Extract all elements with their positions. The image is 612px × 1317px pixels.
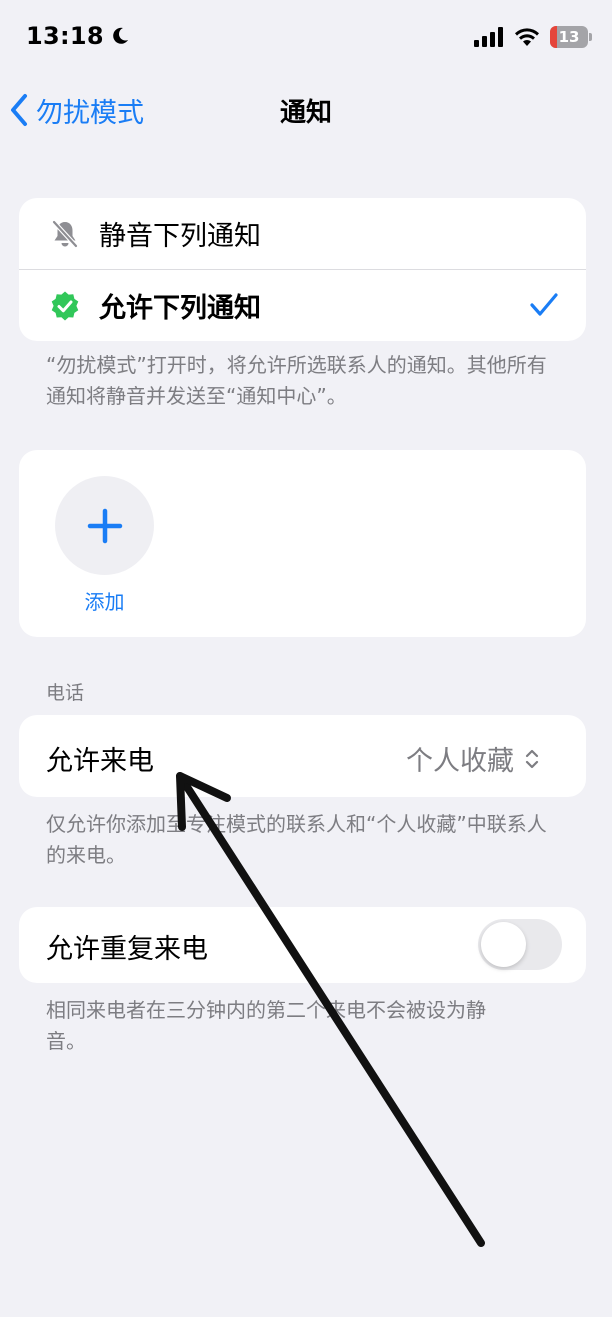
status-bar: 13:18 13 [0, 0, 612, 76]
battery-level: 13 [558, 28, 580, 46]
repeat-calls-toggle[interactable] [478, 919, 562, 970]
section-header-phone: 电话 [46, 682, 85, 704]
mode-footnote: “勿扰模式”打开时，将允许所选联系人的通知。其他所有通知将静音并发送至“通知中心… [46, 353, 547, 408]
moon-icon [113, 27, 128, 44]
option-silence-label: 静音下列通知 [99, 221, 261, 252]
repeat-calls-row: 允许重复来电 [19, 907, 586, 983]
allow-calls-row[interactable]: 允许来电 个人收藏 [19, 715, 586, 797]
repeat-calls-footnote: 相同来电者在三分钟内的第二个来电不会被设为静音。 [46, 998, 486, 1053]
allow-calls-selector[interactable]: 个人收藏 [406, 739, 540, 778]
plus-icon [87, 508, 122, 543]
verified-check-badge-icon [51, 291, 79, 321]
option-allow-label: 允许下列通知 [99, 293, 261, 324]
signal-icon [474, 27, 503, 47]
status-icons: 13 [474, 26, 592, 48]
allow-calls-footnote: 仅允许你添加至专注模式的联系人和“个人收藏”中联系人的来电。 [46, 812, 547, 867]
battery-icon: 13 [550, 26, 592, 48]
wifi-icon [515, 28, 539, 46]
bell-slash-icon [52, 220, 78, 248]
status-time: 13:18 [26, 22, 130, 50]
notification-mode-card: 静音下列通知 允许下列通知 [19, 198, 586, 341]
allowed-people-card: 添加 [19, 450, 586, 637]
page-title: 通知 [279, 98, 332, 128]
toggle-knob [481, 922, 526, 967]
repeat-calls-label: 允许重复来电 [46, 934, 208, 965]
chevron-up-down-icon [525, 749, 539, 768]
option-silence-notifications[interactable]: 静音下列通知 [19, 198, 586, 269]
add-contact-label[interactable]: 添加 [55, 586, 154, 615]
option-allow-notifications[interactable]: 允许下列通知 [19, 270, 586, 341]
allow-calls-value: 个人收藏 [406, 746, 514, 777]
checkmark-icon [530, 293, 558, 316]
add-contact-button[interactable] [55, 476, 154, 575]
status-time-label: 13:18 [26, 22, 104, 50]
allow-calls-label: 允许来电 [46, 746, 154, 777]
